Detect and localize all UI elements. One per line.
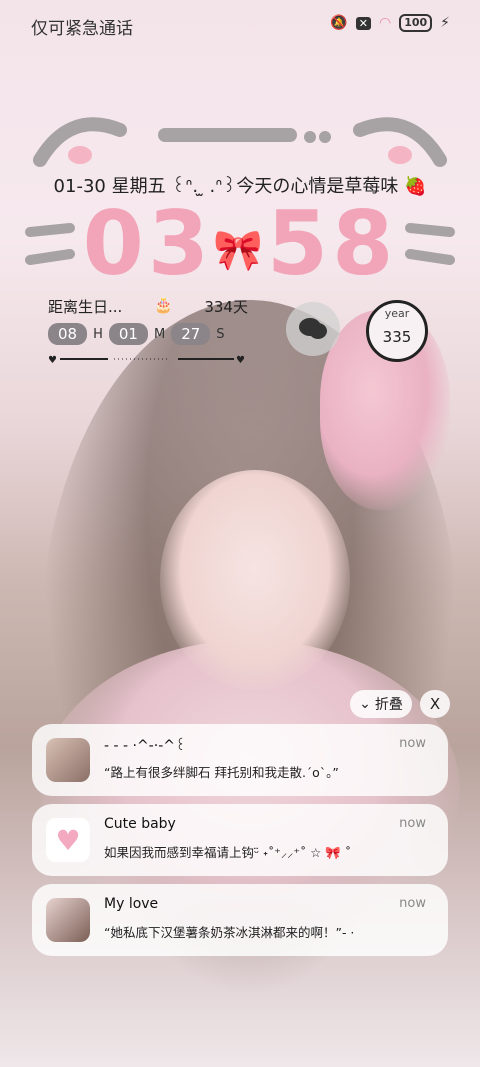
notification-title: My love bbox=[104, 896, 159, 912]
status-bar: 仅可紧急通话 🔕 ✕ ◠ 100 ⚡ bbox=[0, 0, 480, 50]
lock-clock: 03🎀58 bbox=[0, 192, 480, 295]
wifi-icon: ◠ bbox=[378, 15, 392, 31]
clock-hours: 03 bbox=[82, 192, 214, 295]
birthday-days: 334天 bbox=[204, 298, 248, 316]
notification-title: - ‐ ‐ ·^-·-^꒰ bbox=[104, 738, 186, 754]
svg-text:♥: ♥ bbox=[48, 355, 57, 363]
seconds-unit: S bbox=[216, 326, 225, 342]
close-icon: X bbox=[429, 695, 441, 713]
countdown-minutes: 01 bbox=[108, 323, 148, 345]
collapse-label: 折叠 bbox=[374, 697, 403, 713]
notification-card[interactable]: - ‐ ‐ ·^-·-^꒰ “路上有很多绊脚石 拜托别和我走散.ˊoˋ。” no… bbox=[32, 724, 448, 796]
battery-icon: 100 bbox=[399, 14, 433, 32]
countdown-hours: 08 bbox=[48, 323, 88, 345]
cake-icon: 🎂 bbox=[153, 296, 173, 314]
birthday-label: 距离生日... bbox=[48, 298, 123, 316]
countdown-seconds: 27 bbox=[171, 323, 211, 345]
notification-card[interactable]: My love “她私底下汉堡薯条奶茶冰淇淋都来的啊！”- · now bbox=[32, 884, 448, 956]
contact-avatar bbox=[46, 898, 90, 942]
notification-card[interactable]: ♥ Cute baby 如果因我而感到幸福请上钩ᵕ̈ ˖˚⁺⸝⸝⁺˚ ☆ 🎀 ˚… bbox=[32, 804, 448, 876]
notification-title: Cute baby bbox=[104, 816, 176, 832]
chevron-down-icon: ⌄ bbox=[359, 696, 371, 712]
year-value: 335 bbox=[382, 328, 412, 346]
year-label: year bbox=[384, 307, 410, 320]
notification-time: now bbox=[399, 816, 426, 831]
clock-minutes: 58 bbox=[266, 192, 398, 295]
contact-avatar bbox=[46, 738, 90, 782]
mute-icon: 🔕 bbox=[330, 15, 348, 31]
svg-text:♥: ♥ bbox=[236, 355, 245, 363]
notification-body: 如果因我而感到幸福请上钩ᵕ̈ ˖˚⁺⸝⸝⁺˚ ☆ 🎀 ˚ bbox=[104, 845, 352, 860]
charging-icon: ⚡ bbox=[440, 15, 450, 31]
wechat-shortcut-button[interactable] bbox=[286, 302, 340, 356]
minutes-unit: M bbox=[153, 326, 166, 342]
heart-icon: ♥ bbox=[46, 818, 90, 862]
notification-time: now bbox=[399, 736, 426, 751]
clear-notifications-button[interactable]: X bbox=[420, 690, 450, 718]
carrier-text: 仅可紧急通话 bbox=[31, 19, 133, 39]
year-progress-widget[interactable]: year 335 bbox=[366, 300, 428, 362]
clock-separator-icon: 🎀 bbox=[213, 227, 267, 274]
notification-time: now bbox=[399, 896, 426, 911]
no-sim-icon: ✕ bbox=[355, 16, 371, 30]
notification-body: “路上有很多绊脚石 拜托别和我走散.ˊoˋ。” bbox=[104, 765, 339, 780]
birthday-countdown-widget[interactable]: 距离生日... 🎂 334天 08 H 01 M 27 S ♥ ♥ bbox=[48, 296, 248, 367]
status-icons: 🔕 ✕ ◠ 100 ⚡ bbox=[330, 14, 450, 32]
wallpaper-face bbox=[160, 470, 350, 690]
hours-unit: H bbox=[93, 326, 103, 342]
chat-icon bbox=[299, 318, 327, 339]
collapse-notifications-button[interactable]: ⌄ 折叠 bbox=[350, 690, 412, 718]
countdown-progress-bar: ♥ ♥ bbox=[48, 355, 245, 366]
notification-body: “她私底下汉堡薯条奶茶冰淇淋都来的啊！”- · bbox=[104, 925, 355, 940]
